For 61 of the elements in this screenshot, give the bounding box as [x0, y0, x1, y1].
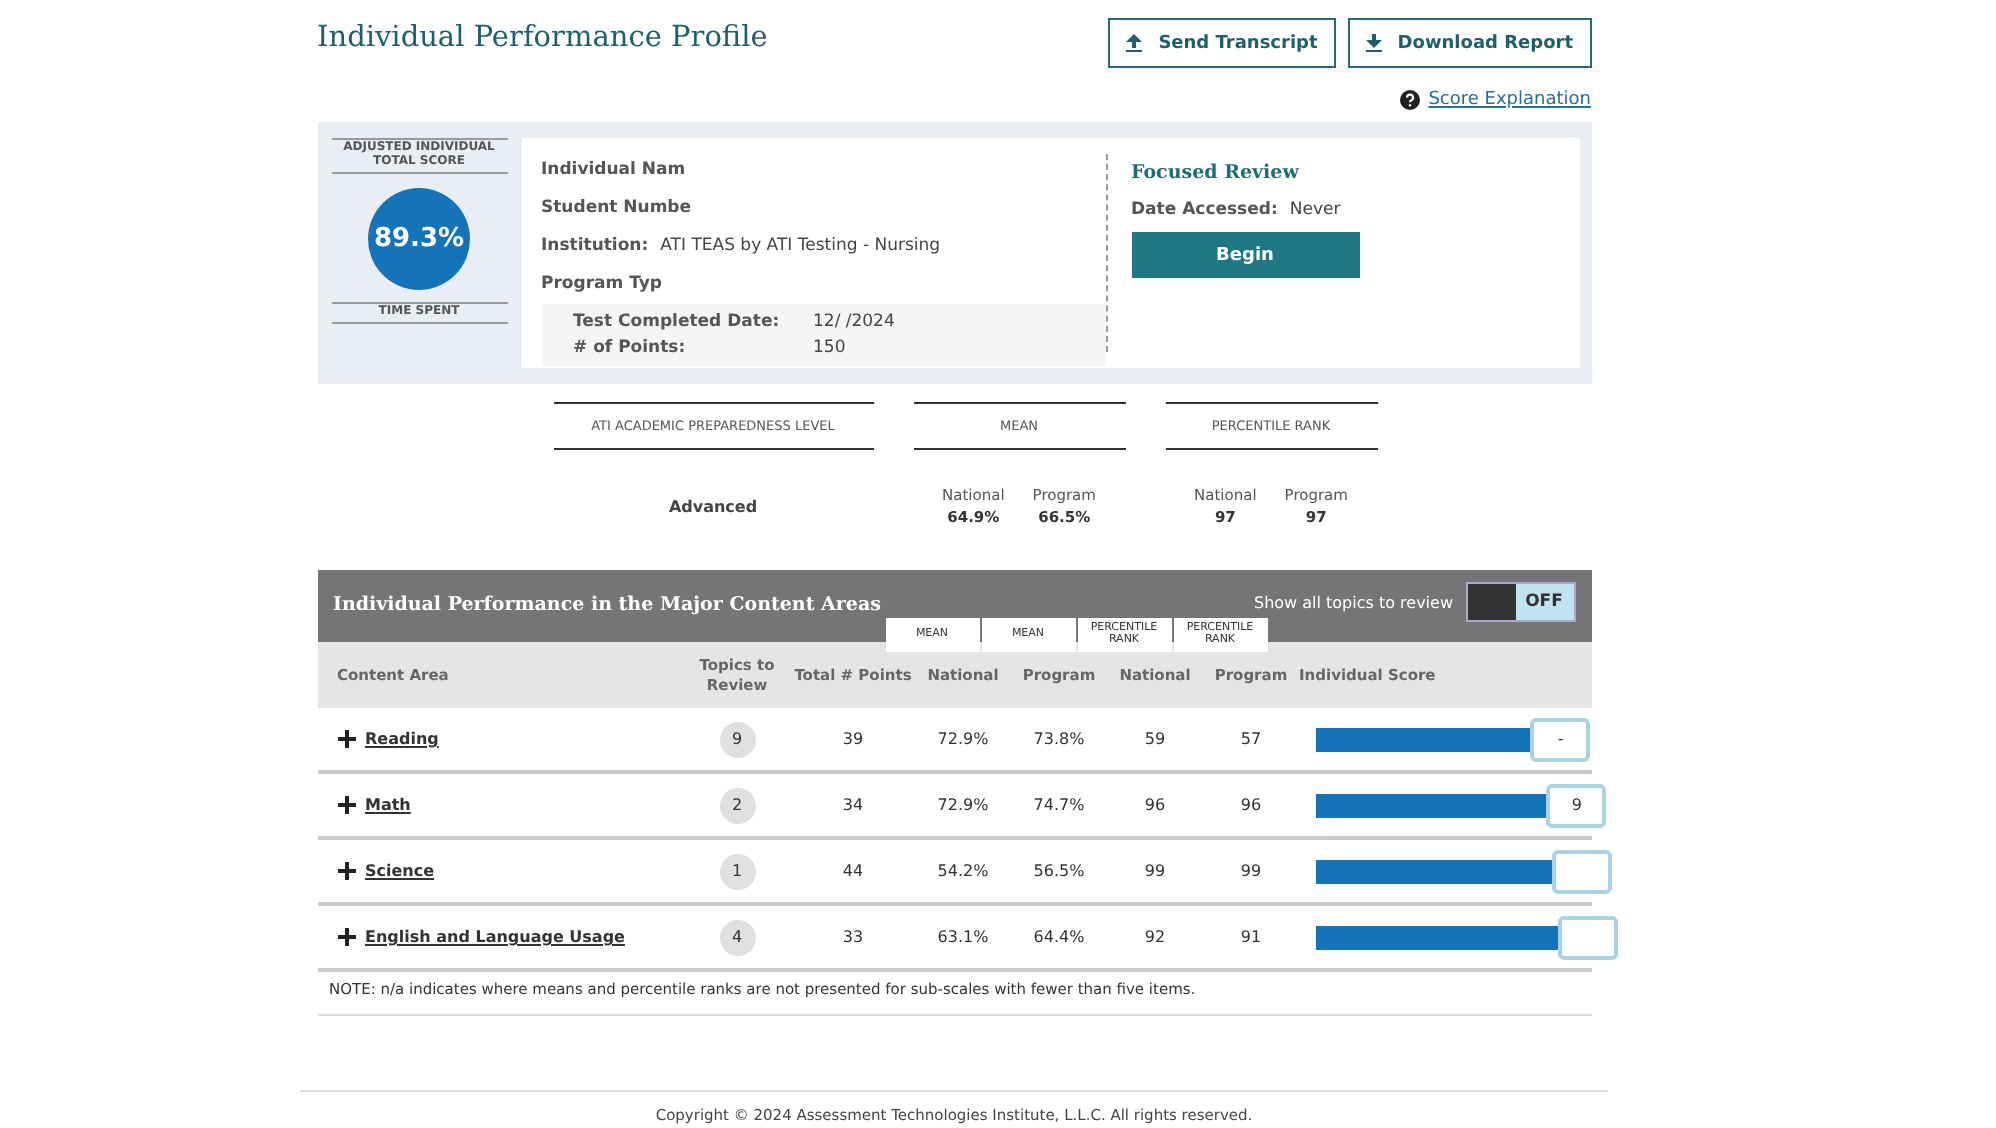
table-cell-text: 96	[1238, 796, 1264, 814]
content-area-link[interactable]: Math	[365, 796, 411, 814]
table-cell-text: 99	[1142, 862, 1168, 880]
download-report-button[interactable]: Download Report	[1347, 18, 1591, 68]
topics-count: 9	[719, 721, 755, 757]
test-info-value: 12/ /2024	[813, 312, 897, 332]
detail-label: Individual Nam	[541, 160, 686, 180]
table-cell-text: 33	[840, 928, 866, 946]
score-bubble: -	[1530, 717, 1591, 761]
download-icon	[1365, 34, 1382, 52]
topics-count: 4	[719, 919, 755, 955]
date-accessed-label: Date Accessed:	[1131, 200, 1278, 220]
table-cell-text: 57	[1238, 730, 1264, 748]
level-value: Advanced	[668, 498, 758, 516]
table-cell-text: 92	[1142, 928, 1168, 946]
score-explanation-link[interactable]: Score Explanation	[1428, 90, 1591, 110]
table-cell-text: 64.4%	[1031, 928, 1087, 946]
score-bubble	[1557, 915, 1618, 959]
test-info-label: # of Points:	[573, 338, 688, 358]
topics-toggle[interactable]: OFF	[1465, 582, 1575, 622]
table-cell-text: 56.5%	[1031, 862, 1087, 880]
table-cell-text: 72.9%	[935, 796, 991, 814]
table-cell-text: 39	[840, 730, 866, 748]
focused-review-title: Focused Review	[1131, 162, 1302, 184]
score-circle: 89.3%	[368, 187, 470, 290]
table-cell-text: 34	[840, 796, 866, 814]
content-area-link[interactable]: Reading	[365, 730, 439, 748]
test-info-label: Test Completed Date:	[573, 312, 782, 332]
table-cell-text: 74.7%	[1031, 796, 1087, 814]
date-accessed-value: Never	[1289, 200, 1341, 220]
score-bubble	[1552, 849, 1613, 893]
expand-icon[interactable]	[337, 730, 355, 748]
expand-icon[interactable]	[337, 928, 355, 946]
upload-icon	[1126, 34, 1143, 52]
expand-icon[interactable]	[337, 862, 355, 880]
table-cell-text: 91	[1238, 928, 1264, 946]
table-cell-text: 99	[1238, 862, 1264, 880]
topics-count: 2	[719, 787, 755, 823]
test-info-value: 150	[813, 338, 848, 358]
detail-label: Student Numbe	[541, 198, 692, 218]
detail-label: Program Typ	[541, 274, 663, 294]
table-cell-text: 72.9%	[935, 730, 991, 748]
send-transcript-button[interactable]: Send Transcript	[1108, 18, 1336, 68]
table-cell-text: 59	[1142, 730, 1168, 748]
table-cell-text: 73.8%	[1031, 730, 1087, 748]
begin-button[interactable]: Begin	[1131, 232, 1359, 278]
table-cell-text: 44	[840, 862, 866, 880]
toggle-label: Show all topics to review	[1254, 593, 1453, 611]
detail-value: ATI TEAS by ATI Testing - Nursing	[660, 236, 941, 256]
score-bubble: 9	[1546, 783, 1607, 827]
detail-label: Institution:	[541, 236, 649, 256]
content-area-link[interactable]: Science	[365, 862, 435, 880]
page-title: Individual Performance Profile	[317, 22, 768, 54]
topics-count: 1	[719, 853, 755, 889]
table-cell-text: 63.1%	[935, 928, 991, 946]
expand-icon[interactable]	[337, 796, 355, 814]
help-icon	[1400, 90, 1421, 110]
table-cell-text: 54.2%	[935, 862, 991, 880]
content-area-link[interactable]: English and Language Usage	[365, 928, 625, 946]
table-title: Individual Performance in the Major Content Areas	[333, 593, 881, 615]
table-cell-text: 96	[1142, 796, 1168, 814]
